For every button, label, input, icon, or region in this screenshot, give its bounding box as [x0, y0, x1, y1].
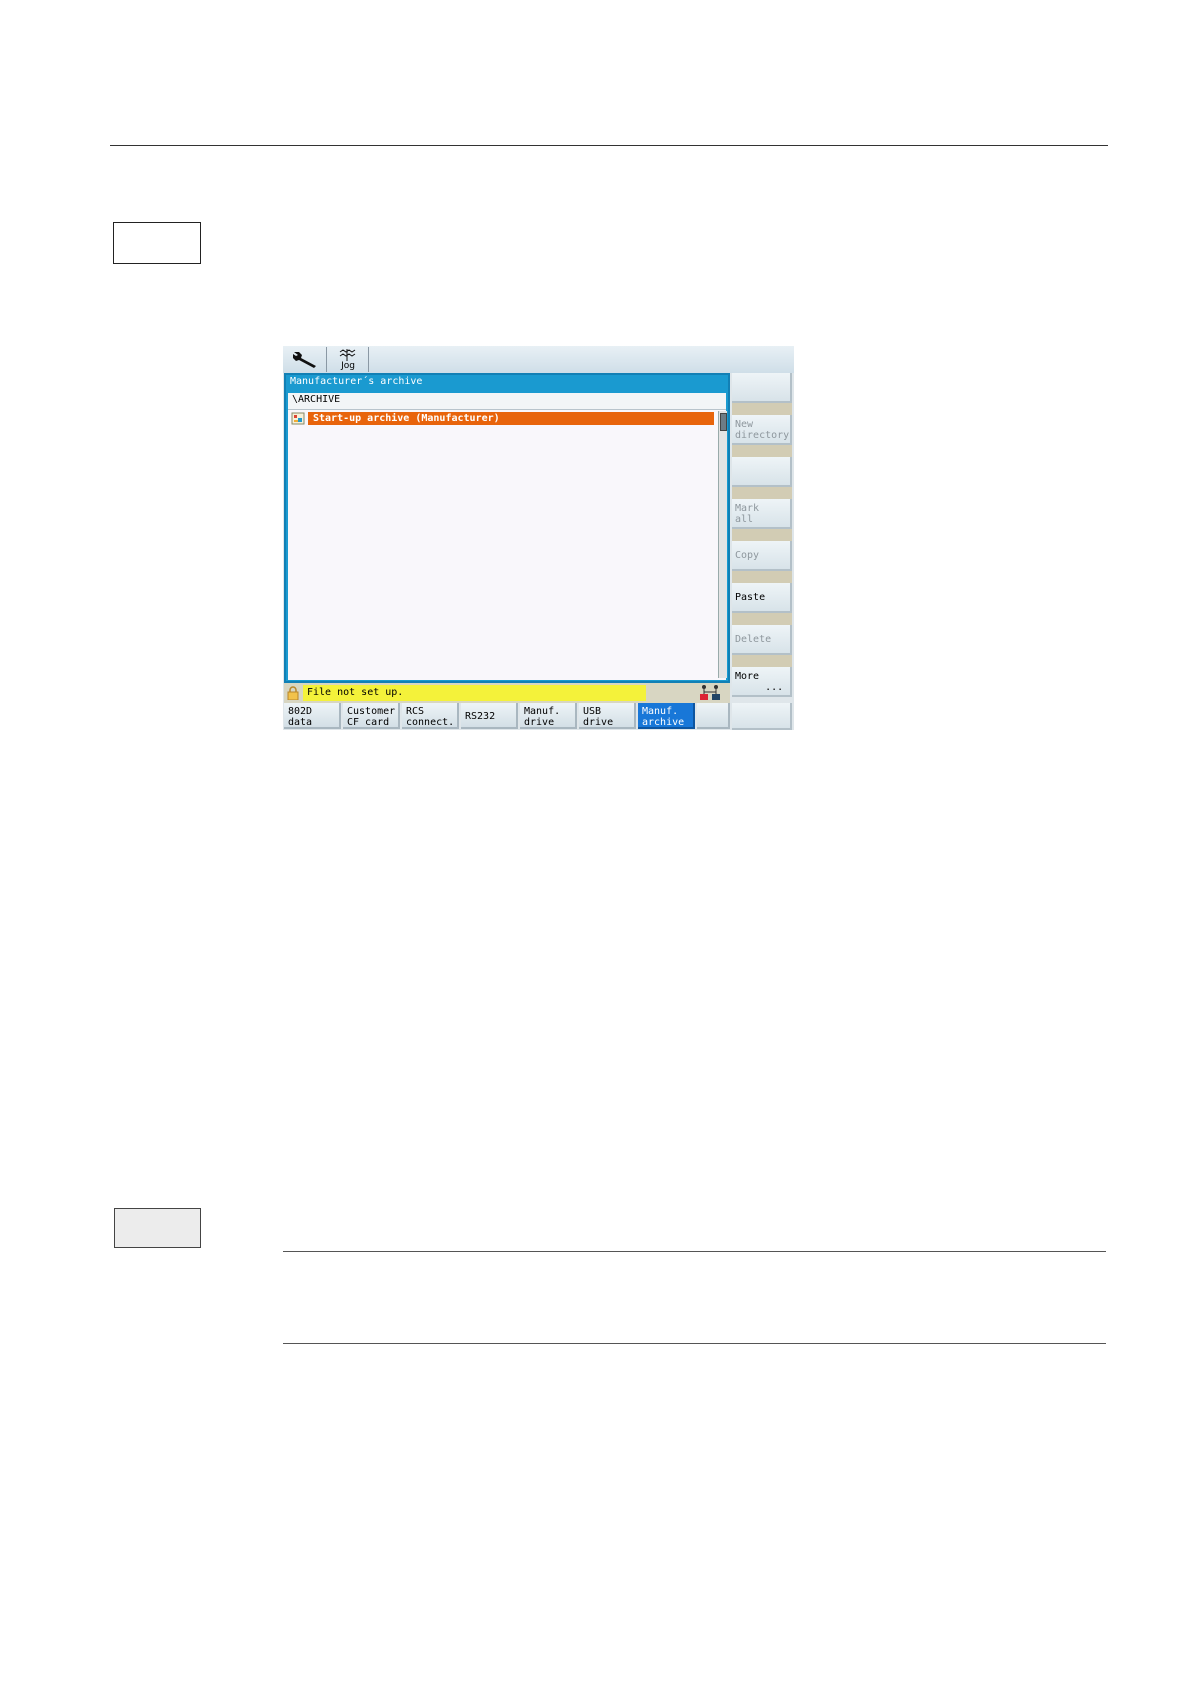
lock-icon	[287, 686, 299, 700]
path-bar: \ARCHIVE	[288, 393, 726, 410]
paste-button[interactable]: Paste	[732, 583, 792, 613]
network-status-icon	[700, 685, 720, 700]
file-list[interactable]: Start-up archive (Manufacturer)	[288, 410, 727, 680]
softkey-divider	[732, 571, 792, 583]
list-item-label: Start-up archive (Manufacturer)	[308, 412, 714, 425]
softkey-divider	[732, 529, 792, 541]
hardware-key-placeholder	[113, 222, 201, 264]
softkey-rs232[interactable]: RS232	[461, 703, 518, 729]
vsoftkey-3[interactable]	[732, 457, 792, 487]
current-path: \ARCHIVE	[292, 394, 341, 405]
jog-mode-tab[interactable]: Jog	[328, 347, 369, 372]
scrollbar-thumb[interactable]	[720, 413, 727, 431]
hmi-top-bar: Jog	[283, 346, 794, 373]
more-button[interactable]: More ...	[732, 667, 792, 697]
hmi-screen: Jog Manufacturer´s archive \ARCHIVE Star…	[283, 346, 794, 730]
hardware-key-placeholder	[114, 1208, 201, 1248]
status-message: File not set up.	[303, 685, 646, 701]
vsoftkey-blank[interactable]	[732, 703, 792, 730]
softkey-manuf-archive[interactable]: Manuf. archive	[638, 703, 695, 729]
softkey-802d-data[interactable]: 802D data	[284, 703, 341, 729]
softkey-manuf-drive[interactable]: Manuf. drive	[520, 703, 577, 729]
wrench-icon	[293, 352, 316, 368]
vsoftkey-1[interactable]	[732, 373, 792, 403]
softkey-divider	[732, 445, 792, 457]
softkey-customer-cf-card[interactable]: Customer CF card	[343, 703, 400, 729]
softkey-divider	[732, 655, 792, 667]
system-area-tab[interactable]	[284, 347, 327, 372]
delete-button[interactable]: Delete	[732, 625, 792, 655]
window-title: Manufacturer´s archive	[290, 376, 423, 387]
vertical-softkey-bar: New directory Mark all Copy Paste Delete…	[732, 373, 794, 730]
softkey-divider	[732, 487, 792, 499]
jog-mode-icon	[339, 349, 356, 361]
list-item[interactable]: Start-up archive (Manufacturer)	[290, 412, 714, 425]
jog-mode-label: Jog	[341, 361, 355, 371]
softkey-rcs-connect[interactable]: RCS connect.	[402, 703, 459, 729]
archive-file-icon	[291, 412, 305, 425]
softkey-empty[interactable]	[697, 703, 730, 729]
softkey-usb-drive[interactable]: USB drive	[579, 703, 636, 729]
copy-button[interactable]: Copy	[732, 541, 792, 571]
new-directory-button[interactable]: New directory	[732, 415, 792, 445]
horizontal-softkey-bar: 802D data Customer CF card RCS connect. …	[284, 703, 730, 730]
softkey-divider	[732, 613, 792, 625]
note-bottom-rule	[283, 1343, 1106, 1344]
mark-all-button[interactable]: Mark all	[732, 499, 792, 529]
scrollbar[interactable]	[718, 411, 727, 678]
softkey-divider	[732, 403, 792, 415]
page-header-rule	[110, 145, 1108, 146]
note-top-rule	[283, 1251, 1106, 1252]
archive-window: Manufacturer´s archive \ARCHIVE Start-up…	[284, 373, 730, 683]
status-bar: File not set up.	[284, 683, 730, 703]
